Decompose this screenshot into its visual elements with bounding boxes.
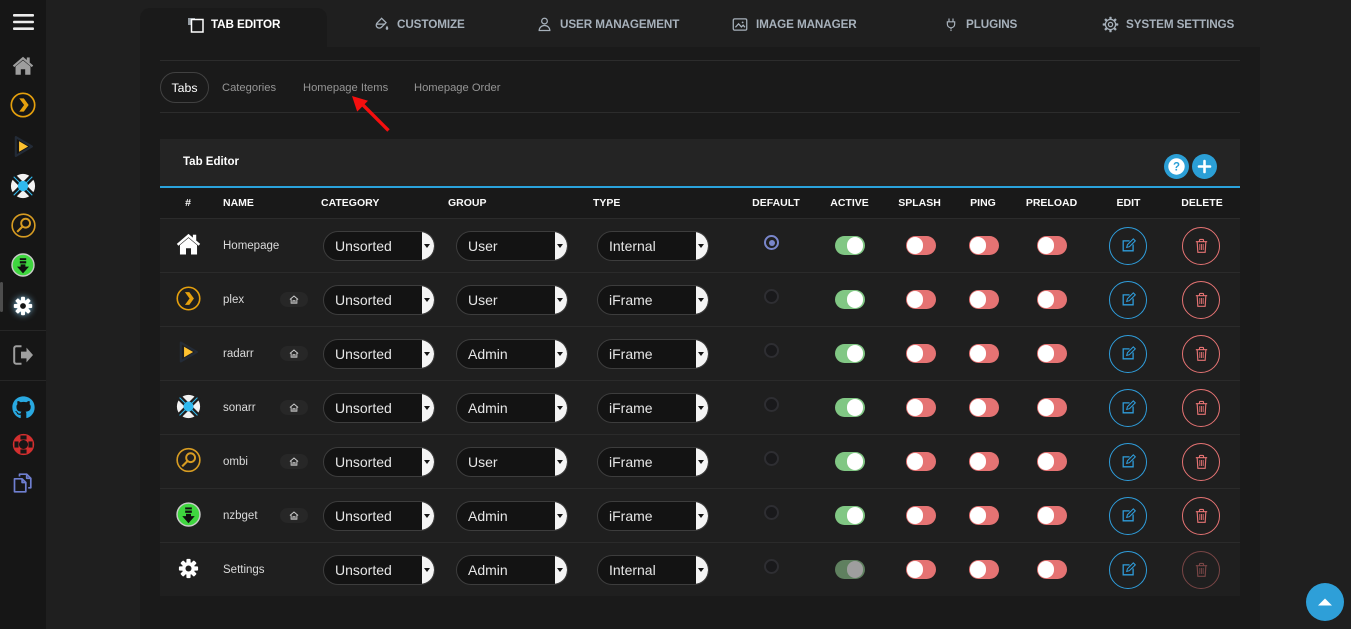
svg-text:?: ? [1172,162,1179,174]
